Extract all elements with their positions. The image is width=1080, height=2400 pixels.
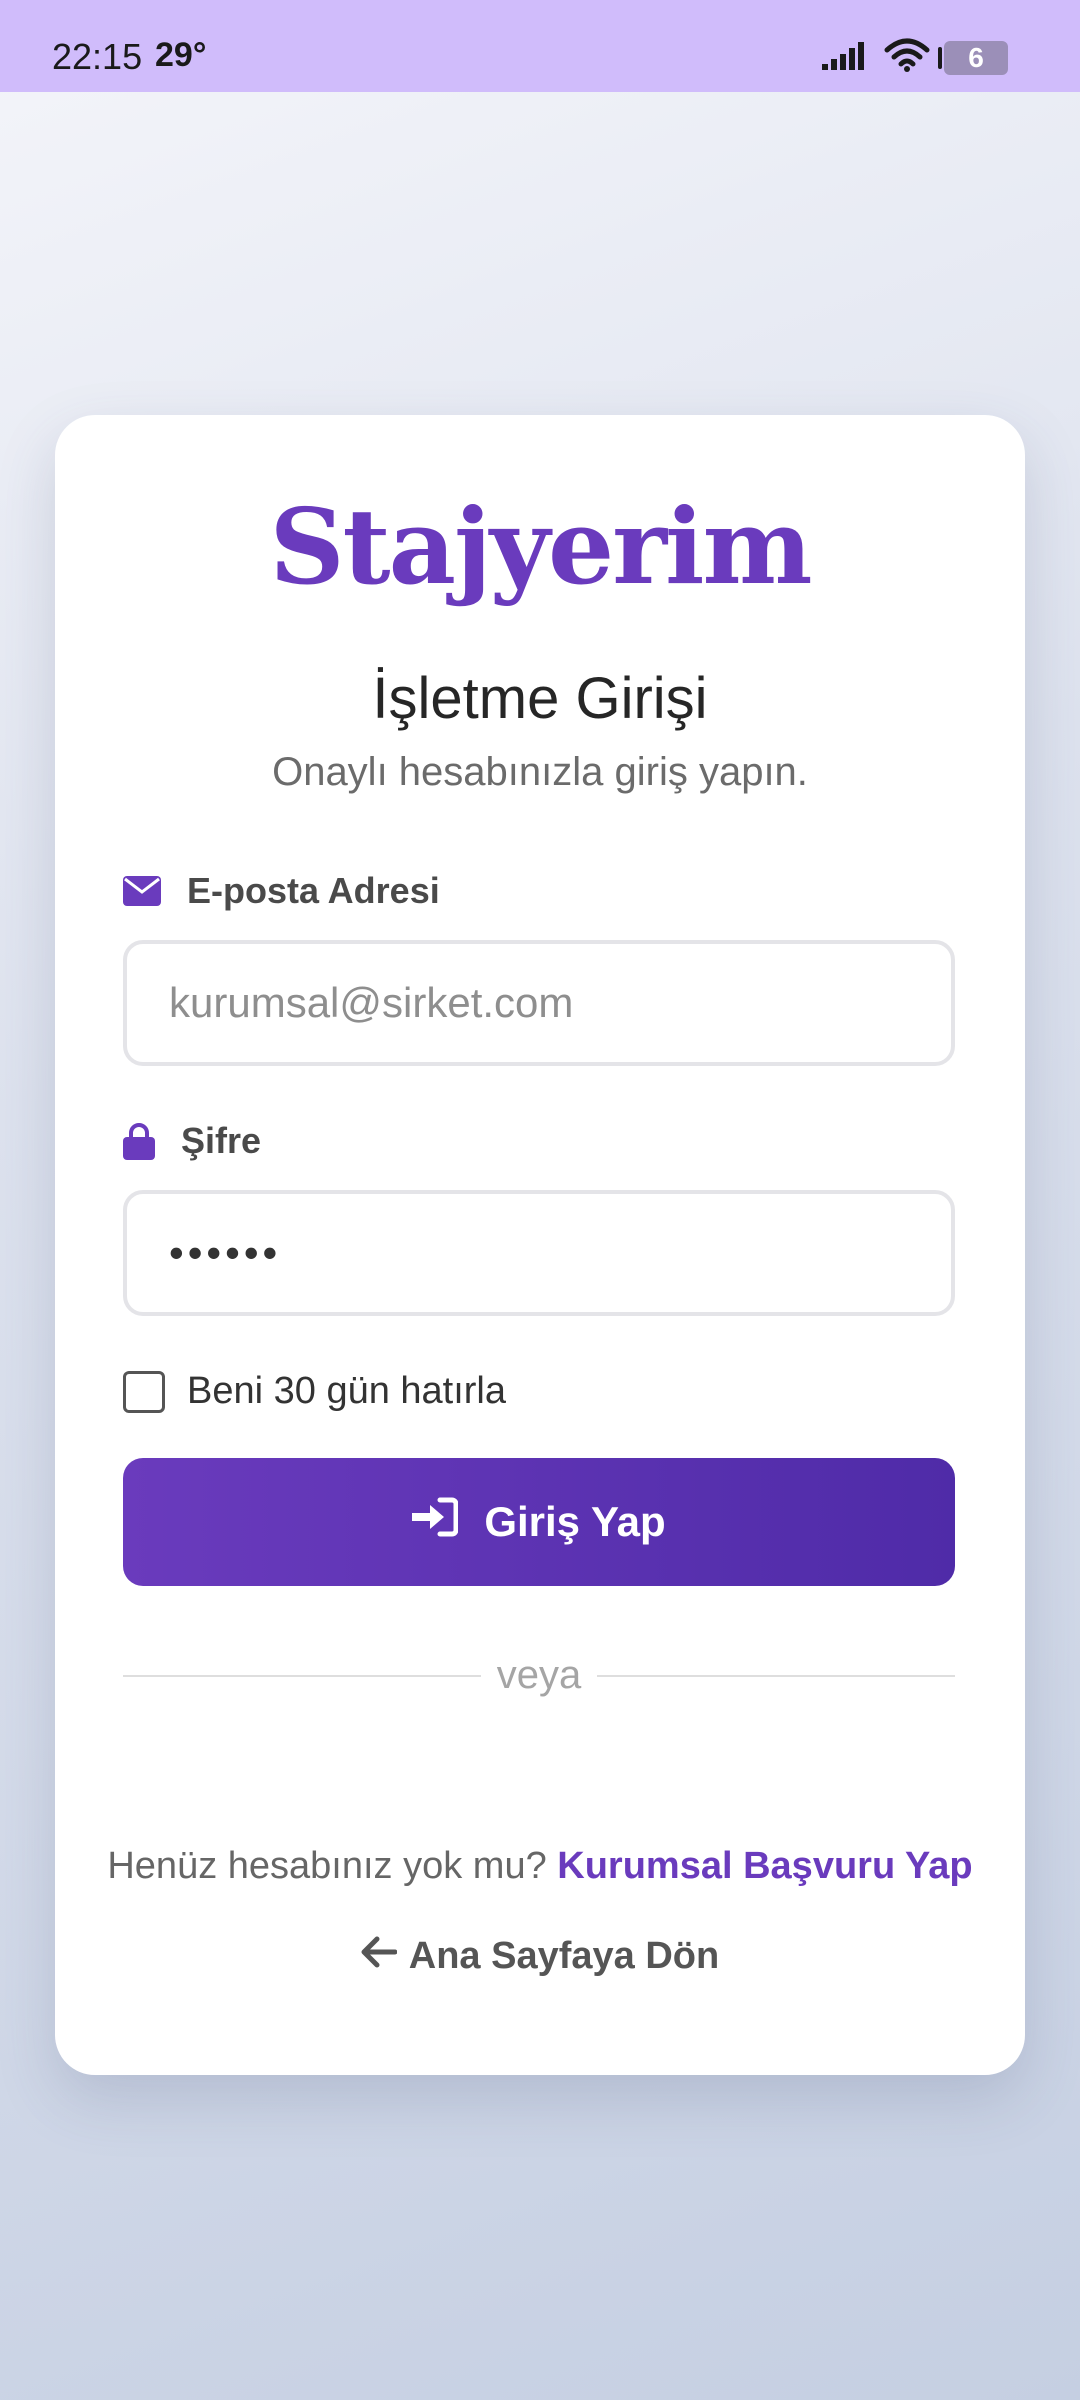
signal-icon [822, 40, 870, 75]
remember-checkbox[interactable] [123, 1370, 165, 1413]
back-to-home-link[interactable]: Ana Sayfaya Dön [55, 1935, 1025, 1978]
arrow-left-icon [361, 1935, 398, 1978]
email-label-text: E-posta Adresi [187, 870, 440, 911]
remember-me[interactable]: Beni 30 gün hatırla [123, 1370, 506, 1413]
password-field[interactable] [123, 1190, 955, 1316]
login-card: Stajyerim İşletme Girişi Onaylı hesabını… [55, 415, 1025, 2075]
password-label-text: Şifre [181, 1120, 262, 1161]
divider-line-left [123, 1674, 481, 1677]
brand-logo: Stajyerim [269, 485, 812, 608]
remember-label: Beni 30 gün hatırla [187, 1370, 507, 1412]
page-title: İşletme Girişi [372, 666, 708, 731]
lock-icon [123, 1122, 155, 1160]
signup-link[interactable]: Kurumsal Başvuru Yap [557, 1845, 972, 1887]
page-subtitle: Onaylı hesabınızla giriş yapın. [272, 750, 808, 794]
email-label: E-posta Adresi [123, 870, 440, 912]
envelope-icon [123, 876, 161, 906]
wifi-icon [884, 38, 930, 77]
battery-indicator: 6 [938, 40, 1008, 75]
back-link-label: Ana Sayfaya Dön [408, 1935, 720, 1977]
status-temperature: 29° [155, 36, 207, 74]
status-time: 22:15 [52, 36, 143, 77]
status-bar: 22:15 29° 6 [0, 0, 1080, 92]
signup-row: Henüz hesabınız yok mu? Kurumsal Başvuru… [55, 1845, 1025, 1888]
password-label: Şifre [123, 1120, 261, 1162]
login-button[interactable]: Giriş Yap [123, 1458, 955, 1586]
status-icons: 6 [822, 38, 1008, 77]
divider-text: veya [496, 1653, 582, 1697]
divider-line-right [597, 1674, 955, 1677]
email-field[interactable] [123, 940, 955, 1066]
sign-in-icon [412, 1497, 459, 1547]
signup-prompt: Henüz hesabınız yok mu? [107, 1845, 547, 1887]
divider: veya [123, 1653, 955, 1698]
login-button-label: Giriş Yap [484, 1498, 666, 1545]
